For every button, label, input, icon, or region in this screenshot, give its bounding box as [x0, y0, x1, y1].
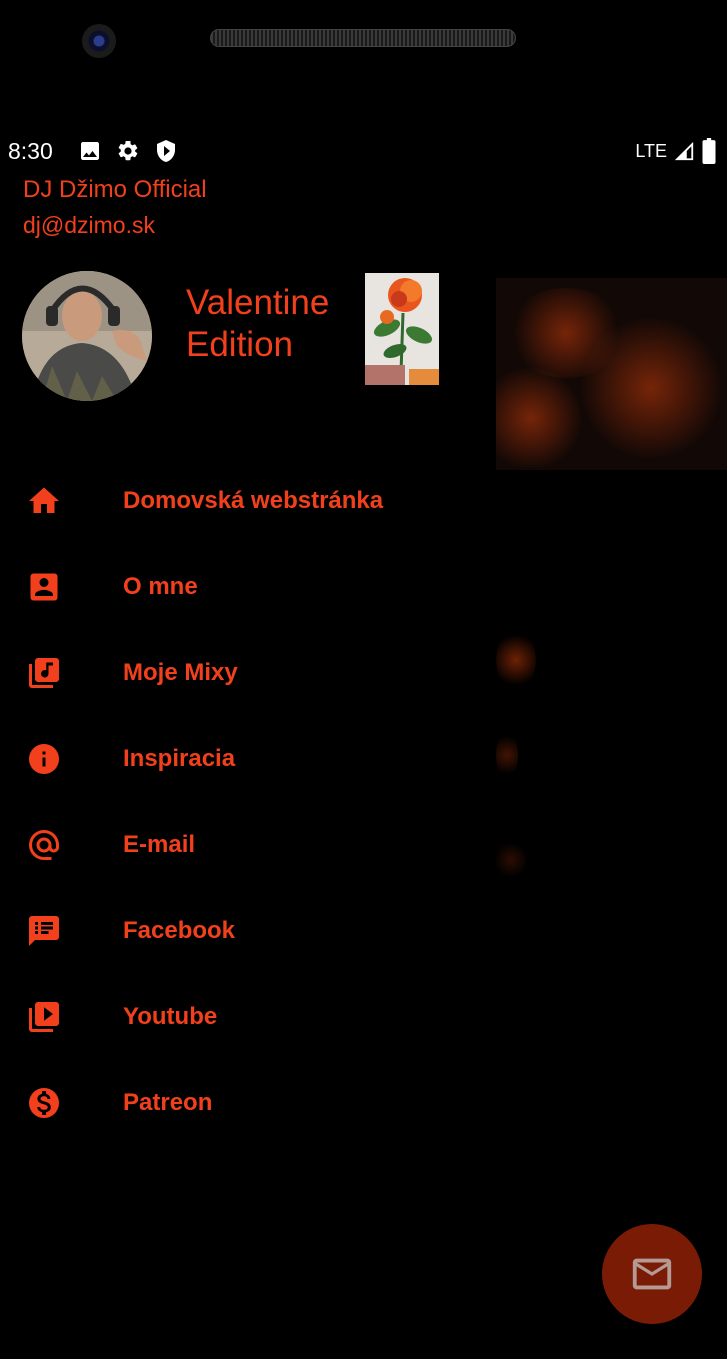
- app-email: dj@dzimo.sk: [23, 212, 155, 238]
- info-icon: [26, 741, 62, 777]
- rose-image: [365, 273, 439, 385]
- menu-item-patreon[interactable]: Patreon: [0, 1060, 727, 1146]
- message-list-icon: [26, 913, 62, 949]
- edition-line-1: Valentine: [186, 283, 330, 322]
- battery-icon: [702, 138, 716, 164]
- status-notification-icons: [78, 139, 178, 163]
- menu-item-home[interactable]: Domovská webstránka: [0, 458, 727, 544]
- menu-item-facebook[interactable]: Facebook: [0, 888, 727, 974]
- shield-play-icon: [157, 140, 175, 162]
- video-library-icon: [26, 999, 62, 1035]
- menu-item-email[interactable]: E-mail: [0, 802, 727, 888]
- status-system-icons: LTE: [635, 138, 717, 164]
- network-type: LTE: [635, 140, 667, 161]
- navigation-menu: Domovská webstránka O mne Moje Mixy Insp…: [0, 458, 727, 1146]
- menu-label: Facebook: [123, 917, 236, 944]
- menu-label: O mne: [123, 573, 198, 600]
- menu-label: Domovská webstránka: [123, 487, 384, 514]
- mail-icon: [632, 1258, 672, 1290]
- menu-item-youtube[interactable]: Youtube: [0, 974, 727, 1060]
- menu-item-mixes[interactable]: Moje Mixy: [0, 630, 727, 716]
- settings-icon: [118, 140, 138, 161]
- menu-label: Youtube: [123, 1003, 218, 1030]
- menu-item-inspiration[interactable]: Inspiracia: [0, 716, 727, 802]
- mail-fab-button[interactable]: [602, 1224, 702, 1324]
- avatar: [22, 271, 152, 401]
- image-icon: [81, 142, 99, 160]
- at-icon: [26, 827, 62, 863]
- home-icon: [26, 483, 62, 519]
- music-library-icon: [26, 655, 62, 691]
- signal-icon: [674, 141, 694, 161]
- menu-label: Patreon: [123, 1089, 213, 1116]
- edition-title: Valentine Edition: [186, 282, 329, 366]
- edition-line-2: Edition: [186, 325, 294, 364]
- menu-item-about[interactable]: O mne: [0, 544, 727, 630]
- earpiece-speaker: [210, 29, 516, 47]
- app-name: DJ Džimo Official: [23, 176, 207, 203]
- menu-label: Moje Mixy: [123, 659, 238, 686]
- dollar-icon: [26, 1085, 62, 1121]
- menu-label: E-mail: [123, 831, 196, 858]
- contact-icon: [26, 569, 62, 605]
- status-time: 8:30: [8, 138, 53, 164]
- menu-label: Inspiracia: [123, 745, 236, 772]
- background-logo: [496, 278, 727, 470]
- front-camera: [82, 24, 116, 58]
